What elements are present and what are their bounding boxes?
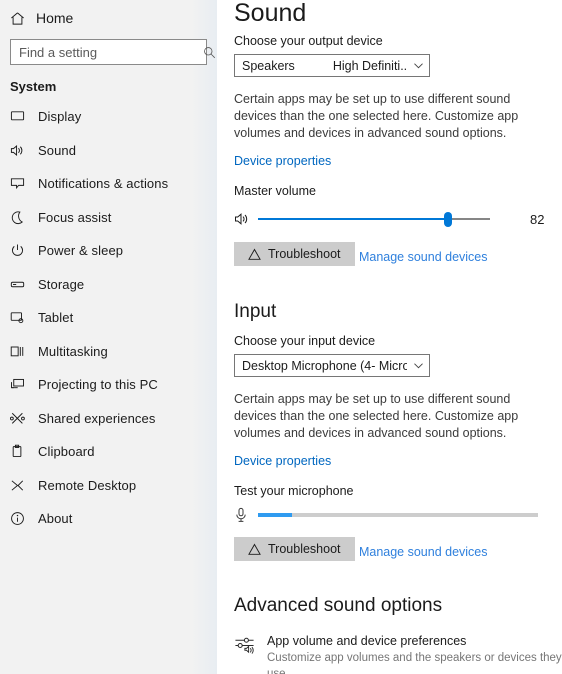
clipboard-icon — [10, 444, 38, 459]
advanced-section-title: Advanced sound options — [234, 595, 443, 616]
input-manage-sound-devices-link[interactable]: Manage sound devices — [359, 545, 488, 559]
input-troubleshoot-button[interactable]: Troubleshoot — [234, 537, 355, 561]
page-title: Sound — [234, 0, 307, 27]
sidebar-item-label: Remote Desktop — [38, 477, 137, 493]
warning-triangle-icon — [248, 248, 261, 261]
sidebar-item-label: Storage — [38, 276, 85, 292]
input-device-dropdown[interactable]: Desktop Microphone (4- Micro... — [234, 354, 430, 377]
input-section-title: Input — [234, 301, 277, 322]
app-volume-preferences-item[interactable]: App volume and device preferences Custom… — [234, 633, 562, 674]
search-icon[interactable] — [203, 46, 216, 59]
sidebar-item-label: Shared experiences — [38, 410, 156, 426]
sidebar-item-sound[interactable]: Sound — [0, 134, 217, 168]
slider-fill — [258, 218, 449, 220]
sidebar-home-label: Home — [36, 10, 74, 26]
sidebar-item-remote-desktop[interactable]: Remote Desktop — [0, 469, 217, 503]
sidebar-item-notifications[interactable]: Notifications & actions — [0, 167, 217, 201]
remote-desktop-icon — [10, 478, 38, 493]
app-volume-subtitle: Customize app volumes and the speakers o… — [267, 652, 562, 674]
share-icon — [10, 411, 38, 426]
sidebar-item-projecting[interactable]: Projecting to this PC — [0, 368, 217, 402]
app-volume-title: App volume and device preferences — [267, 634, 467, 648]
output-device-dropdown[interactable]: Speakers High Definiti... — [234, 54, 430, 77]
sidebar-item-label: Tablet — [38, 310, 74, 326]
chevron-down-icon[interactable] — [407, 360, 429, 371]
sidebar-item-storage[interactable]: Storage — [0, 268, 217, 302]
multitasking-icon — [10, 344, 38, 359]
speaker-volume-icon — [234, 211, 258, 227]
output-device-value: Speakers High Definiti... — [235, 59, 407, 73]
output-troubleshoot-label: Troubleshoot — [268, 247, 341, 261]
sidebar-item-multitasking[interactable]: Multitasking — [0, 335, 217, 369]
sidebar-item-focus-assist[interactable]: Focus assist — [0, 201, 217, 235]
master-volume-label: Master volume — [234, 184, 316, 198]
input-device-label: Choose your input device — [234, 334, 376, 348]
sidebar-item-label: Power & sleep — [38, 243, 124, 259]
speaker-icon — [10, 143, 38, 158]
project-icon — [10, 377, 38, 392]
sidebar-item-label: Focus assist — [38, 209, 112, 225]
output-troubleshoot-button[interactable]: Troubleshoot — [234, 242, 355, 266]
sidebar-item-shared-experiences[interactable]: Shared experiences — [0, 402, 217, 436]
audio-mixer-icon — [234, 633, 267, 656]
info-icon — [10, 511, 38, 526]
output-device-secondary: High Definiti... — [332, 58, 407, 73]
sidebar-item-label: About — [38, 511, 73, 527]
output-device-properties-link[interactable]: Device properties — [234, 154, 331, 168]
microphone-level-fill — [258, 513, 292, 517]
microphone-test-row — [234, 507, 562, 523]
sidebar-item-power-sleep[interactable]: Power & sleep — [0, 234, 217, 268]
sidebar-item-label: Multitasking — [38, 343, 108, 359]
input-device-properties-link[interactable]: Device properties — [234, 454, 331, 468]
notification-icon — [10, 176, 38, 191]
input-description: Certain apps may be set up to use differ… — [234, 392, 519, 440]
app-volume-text-block: App volume and device preferences Custom… — [267, 633, 562, 674]
sidebar-nav: Display Sound Notifications & actions Fo… — [0, 100, 217, 536]
sidebar-section-system: System — [10, 79, 57, 94]
sidebar: Home System Display Soun — [0, 0, 217, 674]
main-content: Sound Choose your output device Speakers… — [217, 0, 562, 674]
output-device-primary: Speakers — [242, 58, 295, 73]
sidebar-item-label: Sound — [38, 142, 77, 158]
sidebar-item-clipboard[interactable]: Clipboard — [0, 435, 217, 469]
sidebar-item-about[interactable]: About — [0, 502, 217, 536]
search-input[interactable] — [11, 40, 203, 64]
microphone-icon — [234, 507, 258, 523]
sidebar-item-label: Notifications & actions — [38, 176, 169, 192]
test-microphone-label: Test your microphone — [234, 484, 354, 498]
sidebar-item-label: Clipboard — [38, 444, 95, 460]
slider-thumb[interactable] — [444, 212, 453, 227]
output-description: Certain apps may be set up to use differ… — [234, 92, 519, 140]
home-icon — [10, 11, 36, 26]
warning-triangle-icon — [248, 543, 261, 556]
sidebar-item-display[interactable]: Display — [0, 100, 217, 134]
settings-window: Home System Display Soun — [0, 0, 562, 674]
sidebar-item-tablet[interactable]: Tablet — [0, 301, 217, 335]
drive-icon — [10, 277, 38, 292]
master-volume-row: 82 — [234, 210, 562, 228]
output-manage-sound-devices-link[interactable]: Manage sound devices — [359, 250, 488, 264]
input-troubleshoot-label: Troubleshoot — [268, 542, 341, 556]
sidebar-item-home[interactable]: Home — [0, 3, 217, 33]
sidebar-item-label: Display — [38, 109, 82, 125]
tablet-icon — [10, 310, 38, 325]
sidebar-item-label: Projecting to this PC — [38, 377, 158, 393]
master-volume-value: 82 — [530, 211, 545, 227]
microphone-level-meter — [258, 513, 538, 517]
search-box[interactable] — [10, 39, 216, 65]
monitor-icon — [10, 109, 38, 124]
master-volume-slider[interactable] — [258, 210, 490, 228]
output-device-label: Choose your output device — [234, 34, 383, 48]
power-icon — [10, 243, 38, 258]
input-device-value: Desktop Microphone (4- Micro... — [242, 358, 407, 373]
chevron-down-icon[interactable] — [407, 60, 429, 71]
moon-icon — [10, 210, 38, 225]
search-container — [0, 33, 217, 65]
